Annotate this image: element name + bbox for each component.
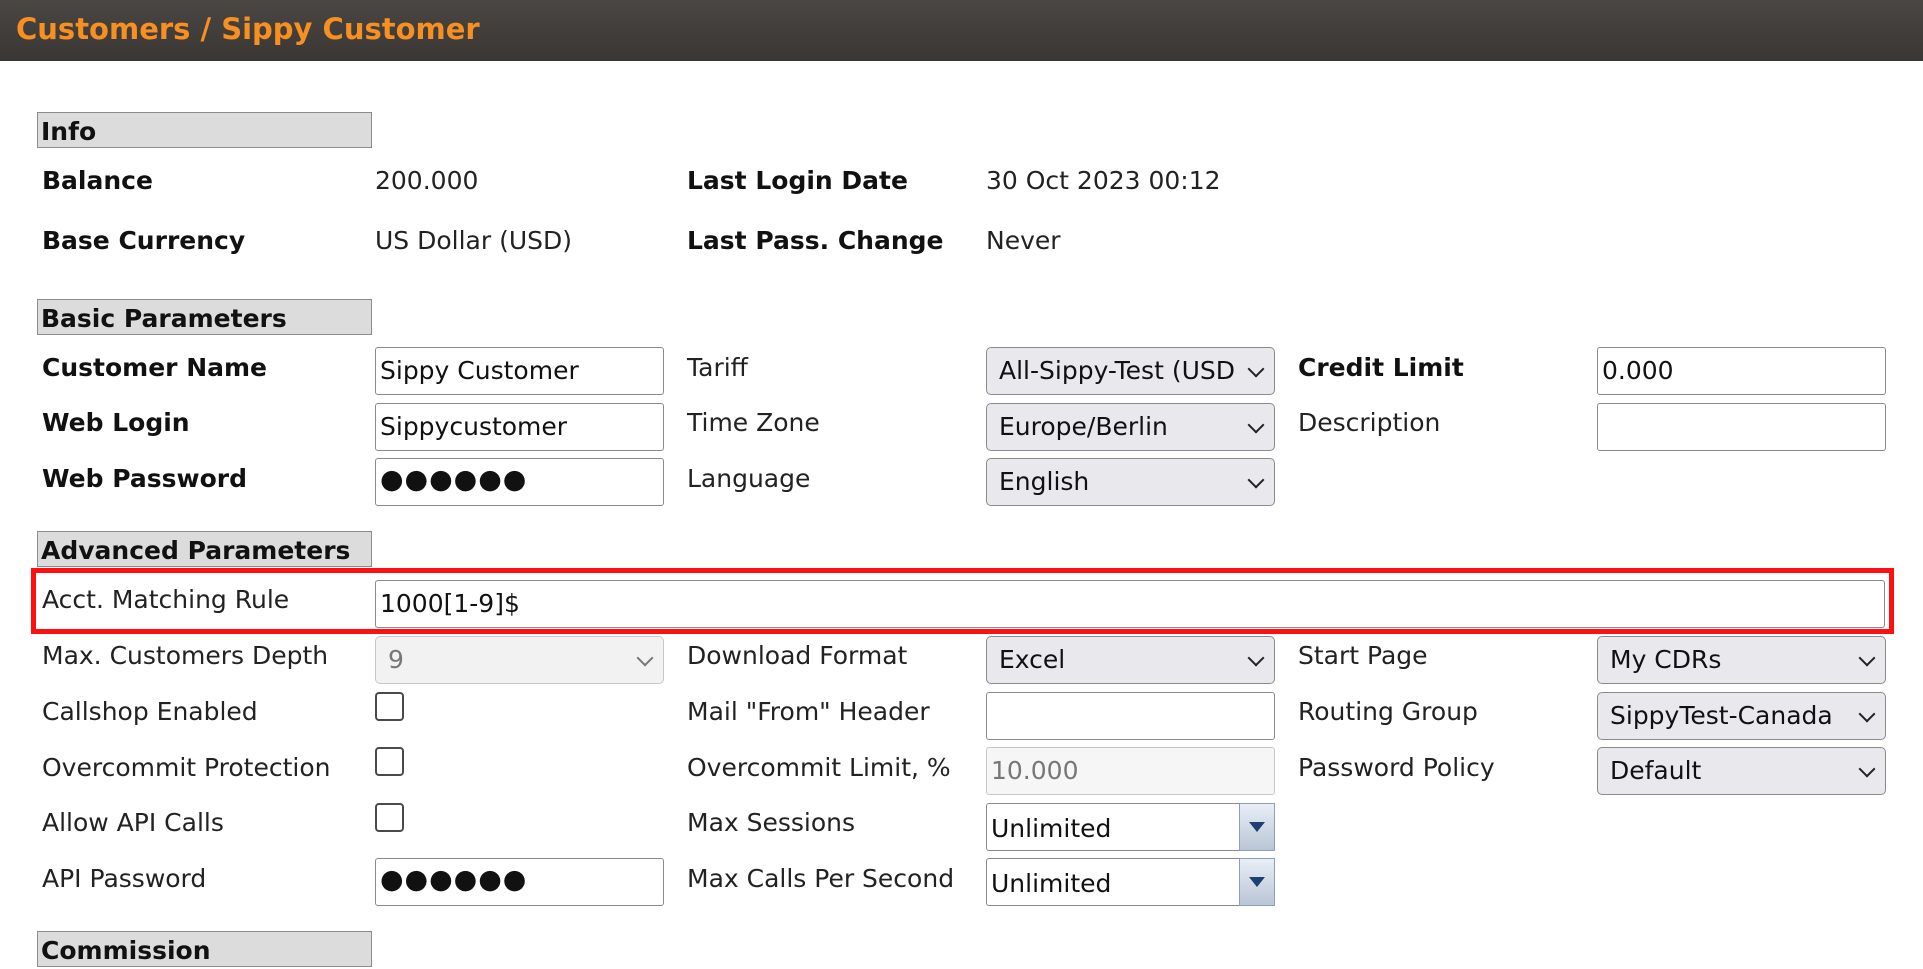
section-title-advanced-parameters: Advanced Parameters [41,536,351,565]
allow-api-calls-checkbox[interactable] [375,803,404,832]
language-select[interactable]: English [986,458,1275,506]
section-header-commission: Commission [37,931,372,967]
web-login-label: Web Login [42,408,190,437]
section-title-basic-parameters: Basic Parameters [41,304,287,333]
routing-group-label: Routing Group [1298,697,1478,726]
credit-limit-value: 0.000 [1602,356,1674,385]
api-password-value: ●●●●●● [380,864,528,895]
overcommit-limit-input[interactable]: 10.000 [986,747,1275,795]
web-login-input[interactable]: Sippycustomer [375,403,664,451]
base-currency-value: US Dollar (USD) [375,226,573,255]
routing-group-select[interactable]: SippyTest-Canada [1597,692,1886,740]
chevron-down-icon [636,649,654,667]
overcommit-limit-label: Overcommit Limit, % [687,753,951,782]
section-title-info: Info [41,117,97,146]
description-input[interactable] [1597,403,1886,451]
chevron-down-icon [1247,360,1265,378]
description-label: Description [1298,408,1441,437]
customer-name-input[interactable]: Sippy Customer [375,347,664,395]
api-password-input[interactable]: ●●●●●● [375,858,664,906]
section-header-basic-parameters: Basic Parameters [37,299,372,335]
routing-group-value: SippyTest-Canada [1610,701,1833,730]
password-policy-value: Default [1610,756,1702,785]
download-format-label: Download Format [687,641,908,670]
section-header-info: Info [37,112,372,148]
web-password-value: ●●●●●● [380,464,528,495]
chevron-down-icon [1249,877,1265,887]
last-login-label: Last Login Date [687,166,908,195]
customer-name-value: Sippy Customer [380,356,579,385]
section-title-commission: Commission [41,936,211,965]
callshop-enabled-label: Callshop Enabled [42,697,258,726]
language-label: Language [687,464,811,493]
overcommit-protection-checkbox[interactable] [375,747,404,776]
chevron-down-icon [1858,760,1876,778]
time-zone-value: Europe/Berlin [999,412,1168,441]
time-zone-select[interactable]: Europe/Berlin [986,403,1275,451]
chevron-down-icon [1247,471,1265,489]
chevron-down-icon [1247,416,1265,434]
mail-from-header-label: Mail "From" Header [687,697,930,726]
max-sessions-dropdown-button[interactable] [1239,803,1275,851]
language-value: English [999,467,1090,496]
start-page-value: My CDRs [1610,645,1722,674]
last-pass-change-value: Never [986,226,1061,255]
last-login-value: 30 Oct 2023 00:12 [986,166,1221,195]
max-customers-depth-label: Max. Customers Depth [42,641,329,670]
highlight-box [31,568,1894,634]
overcommit-limit-value: 10.000 [991,756,1079,785]
chevron-down-icon [1247,649,1265,667]
page-header: Customers / Sippy Customer [0,0,1923,61]
max-sessions-value: Unlimited [991,814,1112,843]
start-page-select[interactable]: My CDRs [1597,636,1886,684]
max-customers-depth-value: 9 [388,645,404,674]
start-page-label: Start Page [1298,641,1428,670]
callshop-enabled-checkbox[interactable] [375,692,404,721]
max-customers-depth-select[interactable]: 9 [375,636,664,684]
web-password-label: Web Password [42,464,248,493]
chevron-down-icon [1249,822,1265,832]
web-login-value: Sippycustomer [380,412,568,441]
max-calls-per-second-label: Max Calls Per Second [687,864,955,893]
balance-value: 200.000 [375,166,479,195]
download-format-value: Excel [999,645,1066,674]
max-sessions-combo[interactable]: Unlimited [986,803,1275,851]
max-calls-per-second-dropdown-button[interactable] [1239,858,1275,906]
api-password-label: API Password [42,864,207,893]
section-header-advanced-parameters: Advanced Parameters [37,531,372,567]
last-pass-change-label: Last Pass. Change [687,226,944,255]
chevron-down-icon [1858,705,1876,723]
web-password-input[interactable]: ●●●●●● [375,458,664,506]
chevron-down-icon [1858,649,1876,667]
mail-from-header-input[interactable] [986,692,1275,740]
time-zone-label: Time Zone [687,408,820,437]
balance-label: Balance [42,166,153,195]
max-calls-per-second-value: Unlimited [991,869,1112,898]
max-calls-per-second-combo[interactable]: Unlimited [986,858,1275,906]
credit-limit-label: Credit Limit [1298,353,1464,382]
page-title: Customers / Sippy Customer [16,12,480,46]
max-sessions-label: Max Sessions [687,808,856,837]
customer-name-label: Customer Name [42,353,267,382]
password-policy-label: Password Policy [1298,753,1495,782]
allow-api-calls-label: Allow API Calls [42,808,224,837]
tariff-label: Tariff [687,353,748,382]
credit-limit-input[interactable]: 0.000 [1597,347,1886,395]
password-policy-select[interactable]: Default [1597,747,1886,795]
tariff-value: All-Sippy-Test (USD [999,356,1235,385]
download-format-select[interactable]: Excel [986,636,1275,684]
tariff-select[interactable]: All-Sippy-Test (USD [986,347,1275,395]
base-currency-label: Base Currency [42,226,246,255]
overcommit-protection-label: Overcommit Protection [42,753,331,782]
